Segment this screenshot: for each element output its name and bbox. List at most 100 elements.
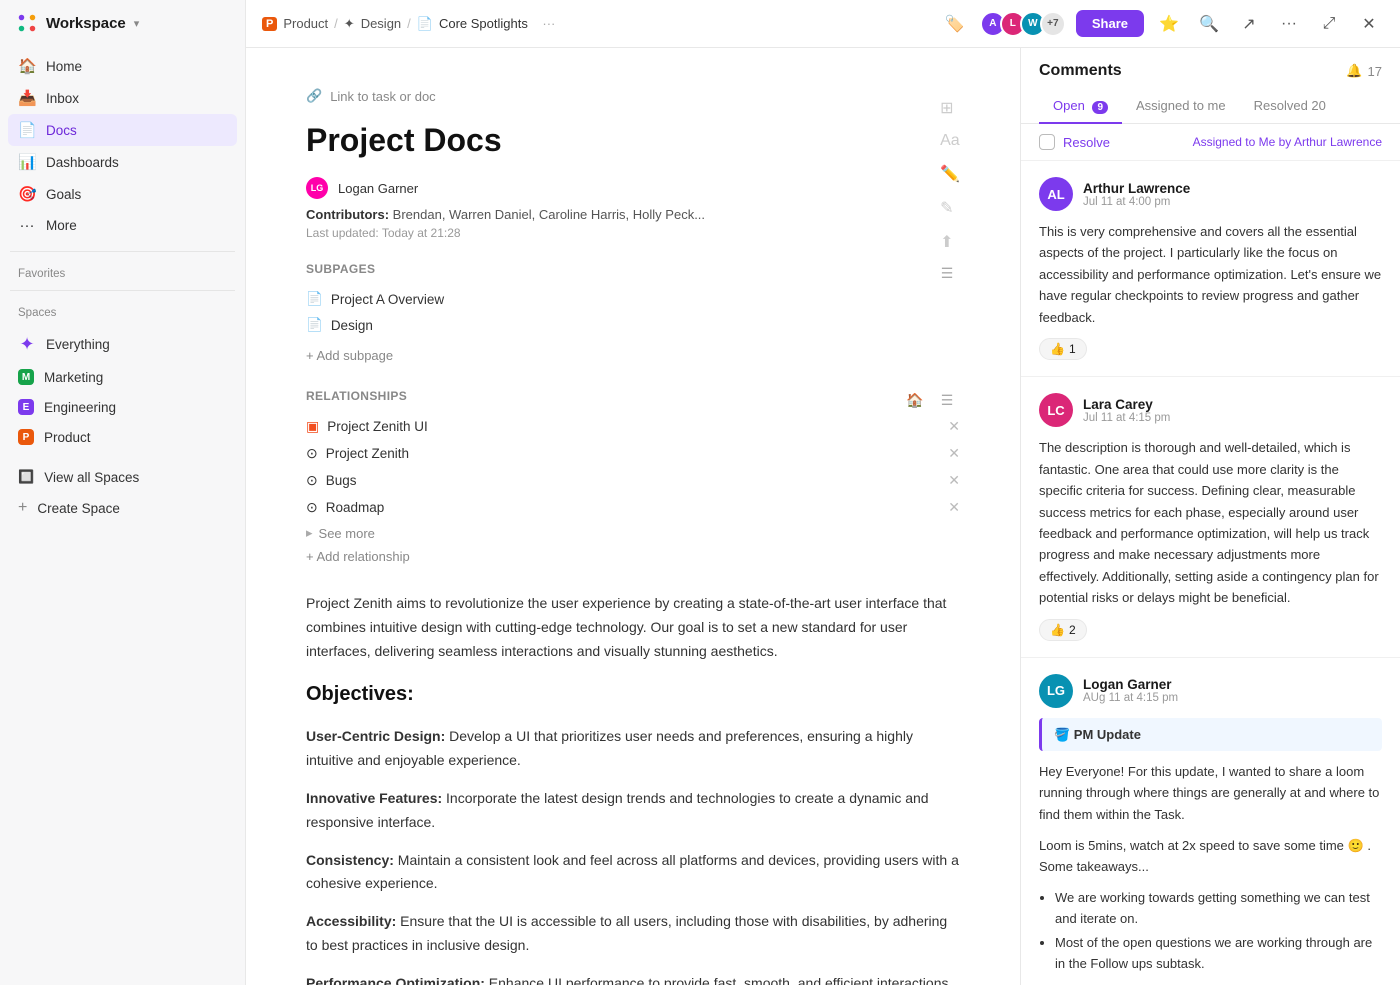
- reaction-pill-2[interactable]: 👍 2: [1039, 619, 1087, 641]
- tab-open-badge: 9: [1092, 101, 1108, 114]
- breadcrumb-design[interactable]: Design: [361, 16, 401, 31]
- export-icon-button[interactable]: ↗: [1234, 9, 1264, 39]
- relationships-actions: 🏠 ☰: [902, 387, 960, 413]
- sidebar-item-dashboards-label: Dashboards: [46, 155, 119, 170]
- subpage-item-2[interactable]: 📄 Design: [306, 312, 960, 338]
- relationships-list-icon[interactable]: ☰: [934, 387, 960, 413]
- sidebar-item-docs[interactable]: 📄 Docs: [8, 114, 237, 146]
- rel-item-3: ⊙ Bugs ✕: [306, 467, 960, 494]
- comment-header-2: LC Lara Carey Jul 11 at 4:15 pm: [1039, 393, 1382, 427]
- avatar-logan: LG: [1039, 674, 1073, 708]
- sidebar-item-home-label: Home: [46, 59, 82, 74]
- breadcrumb-more-button[interactable]: ···: [534, 9, 564, 39]
- tag-icon-button[interactable]: 🏷️: [940, 9, 970, 39]
- sidebar-item-dashboards[interactable]: 📊 Dashboards: [8, 146, 237, 178]
- rel-item-2-close[interactable]: ✕: [948, 445, 960, 462]
- tab-open[interactable]: Open 9: [1039, 90, 1122, 124]
- rel-item-3-close[interactable]: ✕: [948, 472, 960, 489]
- obj-2: Innovative Features: Incorporate the lat…: [306, 787, 960, 835]
- sidebar-bottom: 🔲 View all Spaces + Create Space: [0, 456, 245, 530]
- doc-author-avatar: LG: [306, 177, 328, 199]
- rel-item-4-close[interactable]: ✕: [948, 499, 960, 516]
- topbar: P Product / ✦ Design / 📄 Core Spotlights…: [246, 0, 1400, 48]
- rel-item-2-link[interactable]: ⊙ Project Zenith: [306, 445, 409, 462]
- comment-item-2: LC Lara Carey Jul 11 at 4:15 pm The desc…: [1021, 377, 1400, 658]
- link-task-button[interactable]: 🔗 Link to task or doc: [306, 88, 930, 104]
- sidebar-item-engineering[interactable]: E Engineering: [8, 392, 237, 422]
- close-icon-button[interactable]: ✕: [1354, 9, 1384, 39]
- create-space-button[interactable]: + Create Space: [8, 492, 237, 524]
- breadcrumb-sep-2: /: [407, 16, 411, 31]
- goals-icon: 🎯: [18, 185, 36, 203]
- rel-item-4-label: Roadmap: [326, 500, 385, 515]
- tab-assigned-to-me[interactable]: Assigned to me: [1122, 90, 1240, 124]
- doc-author-name: Logan Garner: [338, 181, 418, 196]
- search-icon-button[interactable]: 🔍: [1194, 9, 1224, 39]
- see-more-label: See more: [319, 526, 375, 541]
- more-options-button[interactable]: ···: [1274, 9, 1304, 39]
- rel-item-1-close[interactable]: ✕: [948, 418, 960, 435]
- comment-reactions-1: 👍 1: [1039, 338, 1382, 360]
- design-breadcrumb-icon: ✦: [344, 16, 355, 32]
- obj-1-title: User-Centric Design:: [306, 728, 445, 744]
- edit-icon[interactable]: ✏️: [940, 164, 960, 184]
- tab-open-label: Open: [1053, 98, 1085, 113]
- add-subpage-button[interactable]: + Add subpage: [306, 344, 960, 367]
- add-relationship-button[interactable]: + Add relationship: [306, 545, 960, 568]
- pm-bullet-1: We are working towards getting something…: [1055, 888, 1382, 930]
- layout-icon[interactable]: ⊞: [940, 98, 960, 118]
- rel-item-3-link[interactable]: ⊙ Bugs: [306, 472, 357, 489]
- everything-icon: ✦: [18, 334, 36, 355]
- subpage-icon-2: 📄: [306, 317, 323, 333]
- sidebar-item-everything[interactable]: ✦ Everything: [8, 327, 237, 362]
- view-all-spaces-button[interactable]: 🔲 View all Spaces: [8, 462, 237, 492]
- sidebar-item-product-label: Product: [44, 430, 91, 445]
- sidebar-item-marketing[interactable]: M Marketing: [8, 362, 237, 392]
- rel-item-4: ⊙ Roadmap ✕: [306, 494, 960, 521]
- breadcrumb-product[interactable]: Product: [283, 16, 328, 31]
- comment-reactions-2: 👍 2: [1039, 619, 1382, 641]
- reaction-emoji-2: 👍: [1050, 623, 1065, 637]
- font-size-icon[interactable]: Aa: [940, 132, 960, 150]
- comments-bell[interactable]: 🔔 17: [1346, 63, 1382, 79]
- subpages-list: 📄 Project A Overview 📄 Design: [306, 286, 960, 338]
- favorites-label: Favorites: [0, 258, 245, 284]
- sidebar-item-inbox-label: Inbox: [46, 91, 79, 106]
- sidebar-item-goals-label: Goals: [46, 187, 81, 202]
- resolve-checkbox[interactable]: Resolve: [1039, 134, 1110, 150]
- obj-3-title: Consistency:: [306, 852, 394, 868]
- pm-update-block: 🪣 PM Update: [1039, 718, 1382, 751]
- relationships-home-icon[interactable]: 🏠: [902, 387, 928, 413]
- sidebar-item-engineering-label: Engineering: [44, 400, 116, 415]
- subpages-section: Subpages ☰ 📄 Project A Overview 📄 Design: [306, 260, 960, 367]
- sidebar-item-product[interactable]: P Product: [8, 422, 237, 452]
- obj-1: User-Centric Design: Develop a UI that p…: [306, 725, 960, 773]
- breadcrumb-sep-1: /: [334, 16, 338, 31]
- link-task-label: Link to task or doc: [330, 89, 436, 104]
- subpage-item-1[interactable]: 📄 Project A Overview: [306, 286, 960, 312]
- star-icon-button[interactable]: ⭐: [1154, 9, 1184, 39]
- subpages-list-icon[interactable]: ☰: [934, 260, 960, 286]
- sidebar-item-home[interactable]: 🏠 Home: [8, 50, 237, 82]
- share-button[interactable]: Share: [1076, 10, 1144, 37]
- view-all-spaces-label: View all Spaces: [44, 470, 139, 485]
- sidebar-item-more[interactable]: ··· More: [8, 210, 237, 241]
- workspace-chevron-icon: ▾: [134, 17, 140, 30]
- comment-text-3a: Hey Everyone! For this update, I wanted …: [1039, 761, 1382, 825]
- reaction-count-2: 2: [1069, 623, 1076, 637]
- reaction-pill-1[interactable]: 👍 1: [1039, 338, 1087, 360]
- tab-resolved[interactable]: Resolved 20: [1240, 90, 1340, 124]
- see-more-button[interactable]: ▸ See more: [306, 521, 960, 545]
- rel-item-4-link[interactable]: ⊙ Roadmap: [306, 499, 384, 516]
- assigned-me-link[interactable]: Assigned to Me by Arthur Lawrence: [1193, 135, 1382, 149]
- collapse-icon-button[interactable]: ⤢: [1314, 9, 1344, 39]
- rel-item-1-link[interactable]: ▣ Project Zenith UI: [306, 418, 428, 435]
- share-doc-icon[interactable]: ⬆: [940, 232, 960, 252]
- workspace-header[interactable]: Workspace ▾: [0, 0, 245, 46]
- objectives-heading: Objectives:: [306, 677, 960, 711]
- edit2-icon[interactable]: ✎: [940, 198, 960, 218]
- sidebar-item-inbox[interactable]: 📥 Inbox: [8, 82, 237, 114]
- doc-body: Project Zenith aims to revolutionize the…: [306, 592, 960, 985]
- avatar-count: +7: [1040, 11, 1066, 37]
- sidebar-item-goals[interactable]: 🎯 Goals: [8, 178, 237, 210]
